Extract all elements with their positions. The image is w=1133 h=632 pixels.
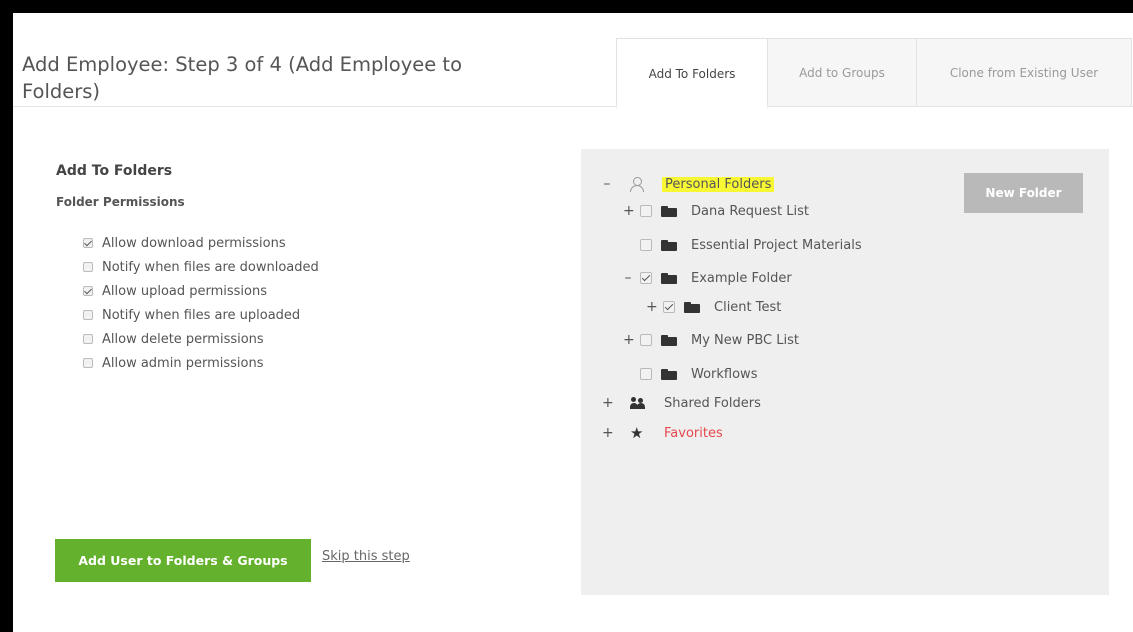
permission-notify-upload[interactable]: Notify when files are uploaded xyxy=(83,303,319,327)
tab-divider xyxy=(13,106,1133,107)
folder-icon xyxy=(661,368,677,380)
folder-icon xyxy=(684,301,700,313)
folder-icon xyxy=(661,239,677,251)
notify-upload-checkbox[interactable] xyxy=(83,310,93,320)
tab-add-to-groups[interactable]: Add to Groups xyxy=(768,38,917,106)
users-icon xyxy=(630,397,646,409)
allow-admin-checkbox[interactable] xyxy=(83,358,93,368)
allow-upload-checkbox[interactable] xyxy=(83,286,93,296)
permission-label: Notify when files are downloaded xyxy=(102,259,319,275)
folder-label[interactable]: Workflows xyxy=(691,367,757,382)
permission-label: Allow upload permissions xyxy=(102,283,268,299)
permission-notify-download[interactable]: Notify when files are downloaded xyxy=(83,255,319,279)
tab-bar: Add To Folders Add to Groups Clone from … xyxy=(616,38,1132,108)
permission-allow-admin[interactable]: Allow admin permissions xyxy=(83,351,319,375)
add-user-to-folders-groups-button[interactable]: Add User to Folders & Groups xyxy=(55,539,311,582)
allow-delete-checkbox[interactable] xyxy=(83,334,93,344)
folder-label[interactable]: My New PBC List xyxy=(691,333,799,348)
tree-node-favorites[interactable]: + ★ Favorites xyxy=(602,422,723,444)
favorites-label[interactable]: Favorites xyxy=(664,426,723,441)
folder-checkbox[interactable] xyxy=(663,301,675,313)
permission-allow-download[interactable]: Allow download permissions xyxy=(83,231,319,255)
folder-icon xyxy=(661,272,677,284)
allow-download-checkbox[interactable] xyxy=(83,238,93,248)
skip-step-link[interactable]: Skip this step xyxy=(322,549,410,564)
expand-toggle[interactable]: + xyxy=(623,203,635,219)
folder-label[interactable]: Client Test xyxy=(714,300,781,315)
page-title: Add Employee: Step 3 of 4 (Add Employee … xyxy=(22,53,463,103)
tree-node-folder[interactable]: Essential Project Materials xyxy=(640,234,862,256)
folder-icon xyxy=(661,334,677,346)
tree-node-folder[interactable]: Workflows xyxy=(640,363,757,385)
folder-label[interactable]: Example Folder xyxy=(691,271,792,286)
expand-toggle[interactable]: + xyxy=(602,425,614,441)
expand-toggle[interactable]: + xyxy=(623,332,635,348)
new-folder-button[interactable]: New Folder xyxy=(964,173,1083,213)
permission-allow-upload[interactable]: Allow upload permissions xyxy=(83,279,319,303)
folder-checkbox[interactable] xyxy=(640,272,652,284)
tree-node-personal-folders[interactable]: – Personal Folders xyxy=(602,173,775,195)
tree-node-folder[interactable]: – Example Folder xyxy=(623,267,792,289)
tab-clone-from-existing-user[interactable]: Clone from Existing User xyxy=(917,38,1132,106)
folder-checkbox[interactable] xyxy=(640,205,652,217)
tree-node-folder[interactable]: + My New PBC List xyxy=(623,329,799,351)
collapse-toggle[interactable]: – xyxy=(602,176,612,192)
permission-allow-delete[interactable]: Allow delete permissions xyxy=(83,327,319,351)
permissions-list: Allow download permissions Notify when f… xyxy=(83,231,319,375)
shared-folders-label[interactable]: Shared Folders xyxy=(664,396,761,411)
star-icon: ★ xyxy=(630,423,644,442)
tree-node-shared-folders[interactable]: + Shared Folders xyxy=(602,392,761,414)
user-outline-icon xyxy=(630,177,644,192)
notify-download-checkbox[interactable] xyxy=(83,262,93,272)
permission-label: Allow download permissions xyxy=(102,235,286,251)
permission-label: Notify when files are uploaded xyxy=(102,307,301,323)
tree-node-folder[interactable]: + Client Test xyxy=(646,296,781,318)
permission-label: Allow admin permissions xyxy=(102,355,264,371)
app-frame: Add Employee: Step 3 of 4 (Add Employee … xyxy=(13,13,1133,632)
folder-checkbox[interactable] xyxy=(640,334,652,346)
tree-node-folder[interactable]: + Dana Request List xyxy=(623,200,809,222)
folder-label[interactable]: Essential Project Materials xyxy=(691,238,862,253)
expand-toggle[interactable]: + xyxy=(602,395,614,411)
section-title: Add To Folders xyxy=(56,163,173,179)
tab-add-to-folders[interactable]: Add To Folders xyxy=(616,38,768,108)
folder-icon xyxy=(661,205,677,217)
personal-folders-label[interactable]: Personal Folders xyxy=(662,176,775,192)
folder-tree-panel: New Folder – Personal Folders + Dana Req… xyxy=(581,149,1109,595)
folder-checkbox[interactable] xyxy=(640,239,652,251)
expand-toggle[interactable]: + xyxy=(646,299,658,315)
collapse-toggle[interactable]: – xyxy=(623,270,633,286)
permission-label: Allow delete permissions xyxy=(102,331,264,347)
folder-permissions-title: Folder Permissions xyxy=(56,195,185,209)
folder-label[interactable]: Dana Request List xyxy=(691,204,809,219)
folder-checkbox[interactable] xyxy=(640,368,652,380)
